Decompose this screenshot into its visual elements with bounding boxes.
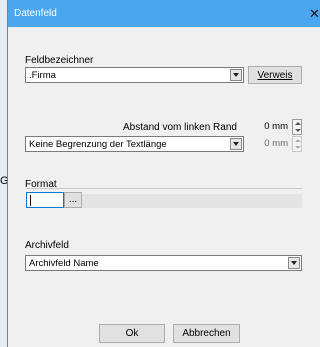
chevron-down-icon[interactable] — [288, 257, 300, 269]
feldbezeichner-label: Feldbezeichner — [25, 55, 94, 66]
abstand-label: Abstand vom linken Rand — [123, 122, 237, 133]
spin-updown-icon[interactable] — [292, 136, 302, 152]
feldbezeichner-value: .Firma — [29, 70, 56, 81]
textlaenge-combobox[interactable]: Keine Begrenzung der Textlänge — [25, 136, 244, 152]
title-bar[interactable]: Datenfeld ✕ — [8, 0, 320, 27]
datenfeld-dialog: Datenfeld ✕ Feldbezeichner .Firma Verwei… — [7, 0, 320, 347]
chevron-down-icon[interactable] — [230, 69, 242, 81]
format-preview-field — [82, 194, 302, 208]
textlaenge-spinbox[interactable]: 0 mm — [244, 136, 302, 152]
chevron-down-icon[interactable] — [230, 138, 242, 150]
ok-button[interactable]: Ok — [99, 324, 165, 343]
abstand-spinbox[interactable]: 0 mm — [244, 119, 302, 135]
background-window — [0, 0, 7, 347]
abstand-value: 0 mm — [264, 121, 288, 132]
dialog-title: Datenfeld — [14, 8, 57, 19]
text-caret — [30, 195, 31, 206]
verweis-button[interactable]: Verweis — [248, 66, 302, 84]
abbrechen-button[interactable]: Abbrechen — [173, 324, 240, 343]
close-icon[interactable]: ✕ — [308, 0, 320, 27]
textlaenge-spin-value: 0 mm — [264, 138, 288, 149]
format-input[interactable] — [26, 192, 64, 208]
format-separator — [26, 188, 302, 189]
verweis-button-label: Verweis — [257, 69, 293, 81]
format-browse-button[interactable]: ... — [64, 192, 82, 208]
feldbezeichner-combobox[interactable]: .Firma — [25, 67, 244, 83]
archivfeld-combobox[interactable]: Archivfeld Name — [25, 255, 302, 271]
archivfeld-value: Archivfeld Name — [29, 258, 99, 269]
spin-updown-icon[interactable] — [292, 119, 302, 135]
archivfeld-label: Archivfeld — [25, 240, 69, 251]
textlaenge-value: Keine Begrenzung der Textlänge — [29, 139, 167, 150]
